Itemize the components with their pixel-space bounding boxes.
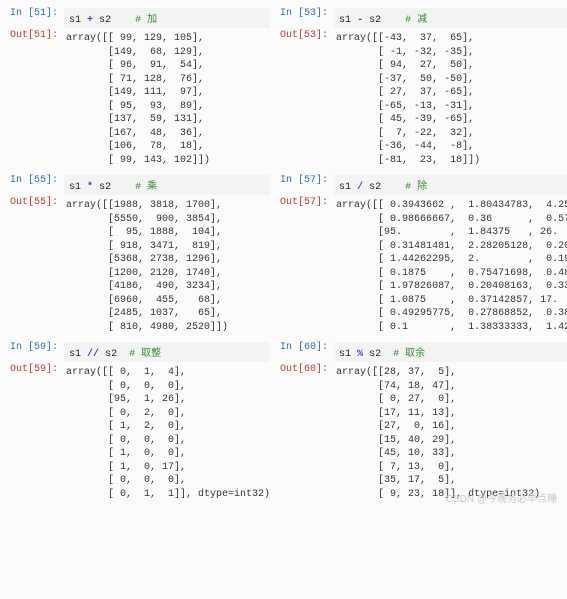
code-var: s1 — [69, 182, 81, 193]
operator: % — [357, 349, 363, 360]
cell-51: In [51]: s1 + s2 # 加 Out[51]: array([[ 9… — [8, 8, 270, 169]
out-prompt: Out[57]: — [278, 197, 334, 208]
out-prompt: Out[51]: — [8, 30, 64, 41]
operator: // — [87, 349, 99, 360]
code-var: s2 — [99, 15, 111, 26]
code-var: s1 — [339, 15, 351, 26]
operator: / — [357, 182, 363, 193]
watermark-text: CSDN @今晚务必早点睡 — [446, 490, 557, 505]
cell-59: In [59]: s1 // s2 # 取整 Out[59]: array([[… — [8, 342, 270, 503]
in-prompt: In [55]: — [8, 175, 64, 186]
in-prompt: In [59]: — [8, 342, 64, 353]
notebook-grid: In [51]: s1 + s2 # 加 Out[51]: array([[ 9… — [8, 8, 559, 503]
code-input[interactable]: s1 + s2 # 加 — [64, 8, 270, 28]
code-input[interactable]: s1 // s2 # 取整 — [64, 342, 270, 362]
out-prompt: Out[55]: — [8, 197, 64, 208]
cell-output: array([[ 0.3943662 , 1.80434783, 4.25 ],… — [334, 197, 567, 336]
cell-57: In [57]: s1 / s2 # 除 Out[57]: array([[ 0… — [278, 175, 567, 336]
in-prompt: In [60]: — [278, 342, 334, 353]
code-comment: # 取整 — [129, 349, 161, 360]
out-prompt: Out[59]: — [8, 364, 64, 375]
cell-output: array([[1988, 3818, 1700], [5550, 900, 3… — [64, 197, 270, 336]
cell-output: array([[ 0, 1, 4], [ 0, 0, 0], [95, 1, 2… — [64, 364, 270, 503]
code-var: s1 — [339, 182, 351, 193]
cell-53: In [53]: s1 - s2 # 减 Out[53]: array([[-4… — [278, 8, 567, 169]
cell-output: array([[28, 37, 5], [74, 18, 47], [ 0, 2… — [334, 364, 567, 503]
cell-output: array([[ 99, 129, 105], [149, 68, 129], … — [64, 30, 270, 169]
operator: - — [357, 15, 363, 26]
code-comment: # 取余 — [393, 349, 425, 360]
code-input[interactable]: s1 / s2 # 除 — [334, 175, 567, 195]
code-comment: # 乘 — [135, 182, 157, 193]
in-prompt: In [57]: — [278, 175, 334, 186]
cell-55: In [55]: s1 * s2 # 乘 Out[55]: array([[19… — [8, 175, 270, 336]
in-prompt: In [51]: — [8, 8, 64, 19]
code-comment: # 减 — [405, 15, 427, 26]
code-var: s2 — [369, 15, 381, 26]
code-comment: # 加 — [135, 15, 157, 26]
code-input[interactable]: s1 * s2 # 乘 — [64, 175, 270, 195]
code-var: s1 — [339, 349, 351, 360]
operator: * — [87, 182, 93, 193]
code-input[interactable]: s1 % s2 # 取余 — [334, 342, 567, 362]
out-prompt: Out[53]: — [278, 30, 334, 41]
operator: + — [87, 15, 93, 26]
in-prompt: In [53]: — [278, 8, 334, 19]
code-var: s2 — [105, 349, 117, 360]
code-var: s2 — [99, 182, 111, 193]
code-var: s2 — [369, 349, 381, 360]
code-var: s1 — [69, 15, 81, 26]
out-prompt: Out[60]: — [278, 364, 334, 375]
code-var: s2 — [369, 182, 381, 193]
code-var: s1 — [69, 349, 81, 360]
cell-60: In [60]: s1 % s2 # 取余 Out[60]: array([[2… — [278, 342, 567, 503]
code-comment: # 除 — [405, 182, 427, 193]
cell-output: array([[-43, 37, 65], [ -1, -32, -35], [… — [334, 30, 567, 169]
code-input[interactable]: s1 - s2 # 减 — [334, 8, 567, 28]
